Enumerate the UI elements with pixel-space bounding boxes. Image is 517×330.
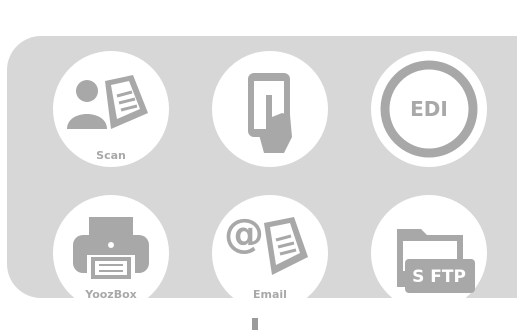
scan-tile[interactable]: Scan	[53, 51, 169, 167]
connector-stem	[252, 318, 258, 330]
svg-text:@: @	[224, 211, 264, 257]
folder-sftp-icon	[397, 229, 475, 293]
yoozbox-tile[interactable]: YoozBox	[53, 195, 169, 311]
input-channels-diagram: Scan EDI YoozBox @ Email S FTP	[0, 0, 517, 330]
edi-label: EDI	[410, 97, 448, 121]
yoozbox-label: YoozBox	[85, 288, 137, 301]
tablet-touch-icon	[248, 73, 292, 153]
email-tile[interactable]: @ Email	[212, 195, 328, 311]
sftp-label: S FTP	[412, 267, 466, 287]
scan-label: Scan	[96, 149, 126, 162]
email-label: Email	[253, 288, 287, 301]
mobile-tile[interactable]	[212, 51, 328, 167]
sftp-tile[interactable]: S FTP	[371, 195, 487, 311]
edi-tile[interactable]: EDI	[371, 51, 487, 167]
channels-panel: Scan EDI YoozBox @ Email S FTP	[7, 36, 517, 311]
